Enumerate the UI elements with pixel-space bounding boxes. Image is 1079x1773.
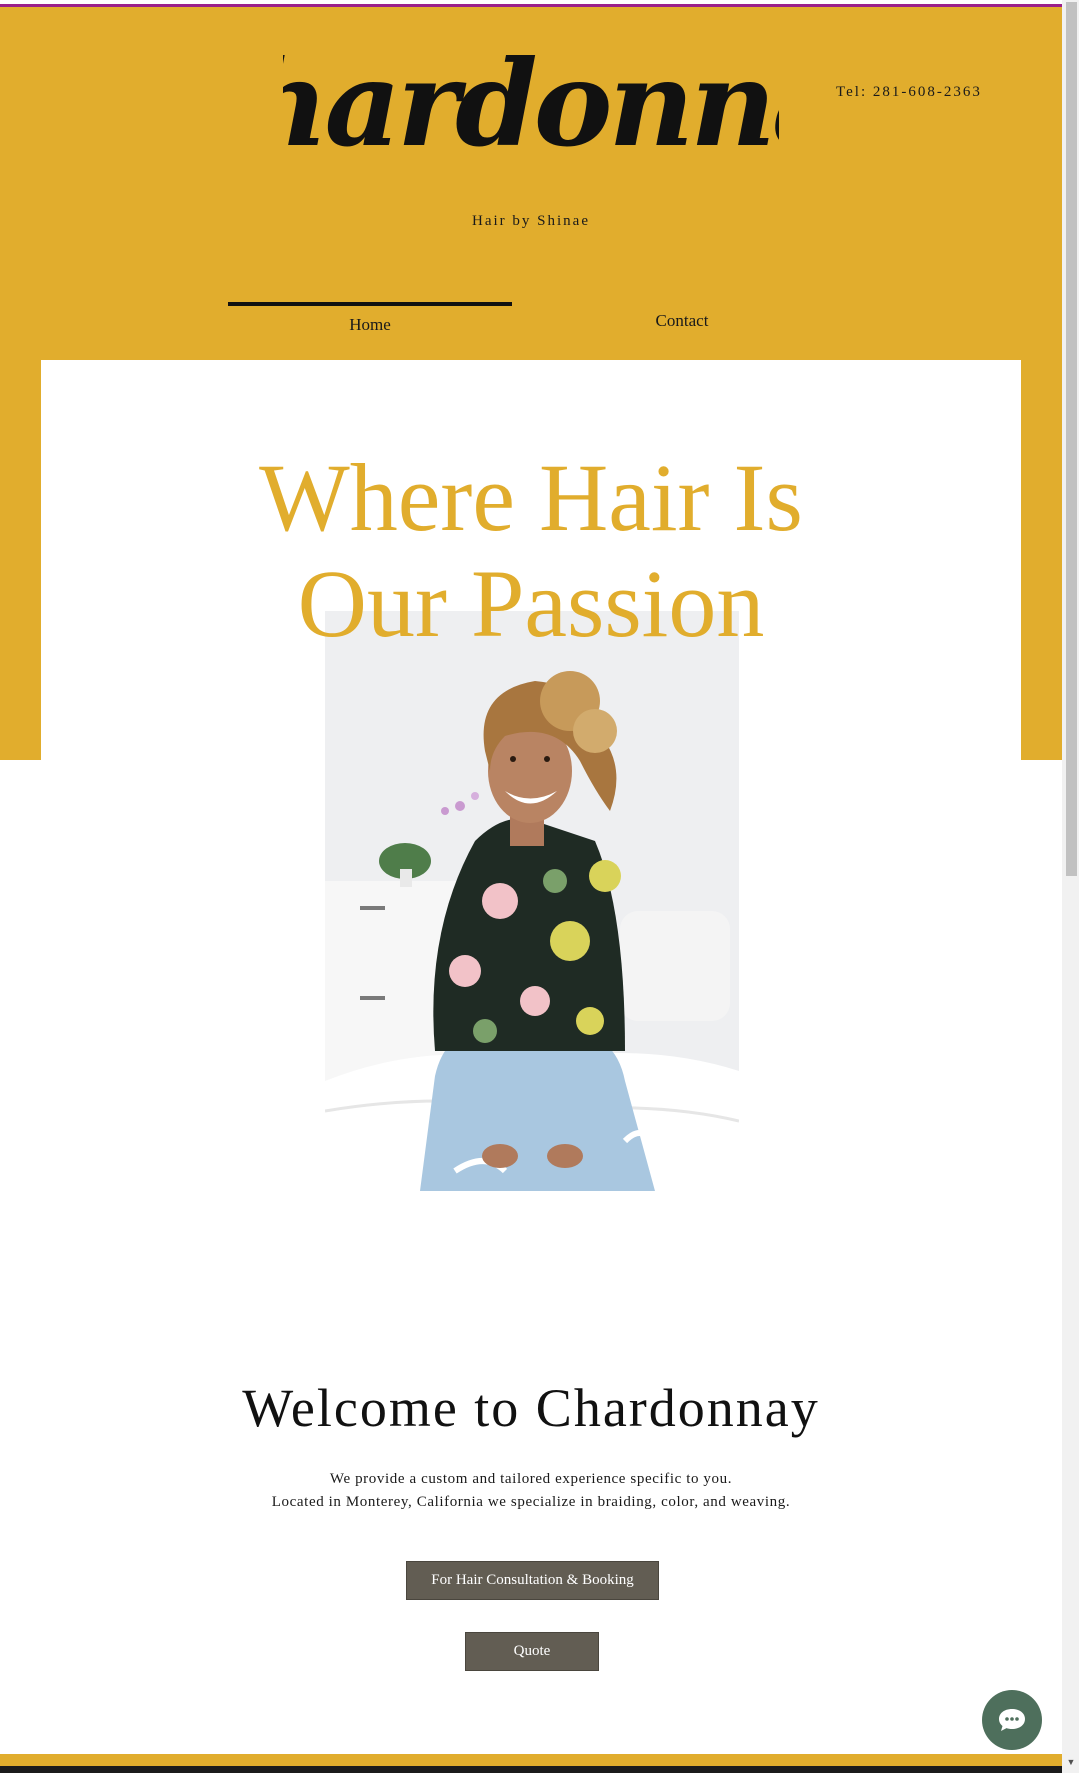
scroll-down-arrow-icon[interactable]: ▼ [1065, 1756, 1077, 1768]
chat-bubble-icon[interactable] [982, 1690, 1042, 1750]
booking-button[interactable]: For Hair Consultation & Booking [406, 1561, 659, 1600]
quote-button[interactable]: Quote [465, 1632, 599, 1671]
nav-home[interactable]: Home [228, 302, 512, 344]
nav-contact[interactable]: Contact [540, 302, 824, 340]
footer-dark-strip [0, 1766, 1062, 1773]
hero-heading: Where Hair Is Our Passion [0, 445, 1062, 657]
hero-photo [325, 611, 739, 1206]
hero-heading-line-2: Our Passion [297, 550, 765, 657]
welcome-description-line-2: Located in Monterey, California we speci… [271, 1494, 791, 1510]
welcome-description-line-1: We provide a custom and tailored experie… [329, 1471, 733, 1487]
footer-accent-bar [0, 1754, 1062, 1766]
welcome-heading: Welcome to Chardonnay [242, 1378, 820, 1438]
brand-logo[interactable]: Chardonnay [283, 30, 779, 190]
hero-heading-line-1: Where Hair Is [259, 444, 803, 551]
chat-glyph-icon [999, 1709, 1025, 1731]
svg-text:Chardonnay: Chardonnay [283, 34, 779, 173]
phone-number[interactable]: Tel: 281-608-2363 [836, 84, 982, 101]
brand-tagline: Hair by Shinae [472, 213, 590, 229]
welcome-description: We provide a custom and tailored experie… [0, 1468, 1062, 1514]
scrollbar-thumb[interactable] [1066, 2, 1077, 876]
